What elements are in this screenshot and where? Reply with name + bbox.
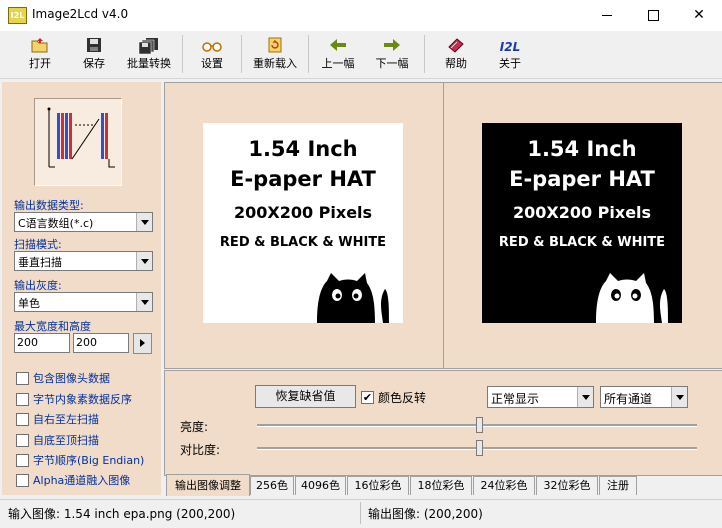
tab-register[interactable]: 注册 bbox=[599, 476, 637, 495]
brightness-label: 亮度: bbox=[180, 420, 209, 434]
minimize-button[interactable] bbox=[584, 0, 630, 31]
floppy-disk-icon bbox=[76, 37, 112, 57]
output-image-preview: 1.54 Inch E-paper HAT 200X200 Pixels RED… bbox=[443, 82, 722, 369]
tab-16bit-color[interactable]: 16位彩色 bbox=[347, 476, 409, 495]
tab-32bit-color[interactable]: 32位彩色 bbox=[536, 476, 598, 495]
tab-4096-color[interactable]: 4096色 bbox=[295, 476, 346, 495]
status-divider bbox=[360, 502, 361, 524]
tab-bar: 输出图像调整 256色 4096色 16位彩色 18位彩色 24位彩色 32位彩… bbox=[164, 474, 721, 496]
vertical-scan-diagram-icon bbox=[47, 107, 115, 168]
chevron-down-icon[interactable] bbox=[136, 293, 152, 311]
image-adjust-panel: 恢复缺省值 ✔ 颜色反转 正常显示 所有通道 亮度: 对比度: bbox=[164, 370, 722, 476]
brightness-slider[interactable] bbox=[257, 417, 697, 433]
big-endian-checkbox[interactable] bbox=[16, 454, 29, 467]
tab-output-adjust[interactable]: 输出图像调整 bbox=[166, 474, 250, 496]
toolbar-separator bbox=[182, 35, 183, 73]
contrast-slider-thumb[interactable] bbox=[476, 440, 483, 456]
max-height-input[interactable]: 200 bbox=[73, 333, 129, 353]
include-header-checkbox[interactable] bbox=[16, 372, 29, 385]
right-to-left-label: 自右至左扫描 bbox=[33, 413, 99, 426]
max-size-label: 最大宽度和高度 bbox=[14, 320, 91, 333]
reload-button[interactable]: 重新载入 bbox=[250, 33, 300, 75]
tab-18bit-color[interactable]: 18位彩色 bbox=[410, 476, 472, 495]
right-to-left-checkbox[interactable] bbox=[16, 413, 29, 426]
maximize-button[interactable] bbox=[630, 0, 676, 31]
check-icon: ✔ bbox=[362, 391, 373, 404]
title-bar: I2L Image2Lcd v4.0 ✕ bbox=[0, 0, 722, 31]
gray-level-label: 输出灰度: bbox=[14, 279, 62, 292]
i2l-logo-icon: I2L bbox=[499, 40, 521, 54]
batch-disks-icon bbox=[122, 37, 176, 57]
bottom-to-top-label: 自底至顶扫描 bbox=[33, 434, 99, 447]
settings-button[interactable]: 设置 bbox=[194, 33, 230, 75]
tab-24bit-color[interactable]: 24位彩色 bbox=[473, 476, 535, 495]
apply-size-button[interactable] bbox=[133, 333, 152, 354]
close-icon: ✕ bbox=[693, 7, 705, 23]
input-image-preview: 1.54 Inch E-paper HAT 200X200 Pixels RED… bbox=[164, 82, 444, 369]
scan-mode-label: 扫描模式: bbox=[14, 238, 62, 251]
chevron-down-icon[interactable] bbox=[136, 213, 152, 231]
max-width-input[interactable]: 200 bbox=[14, 333, 70, 353]
toolbar-separator bbox=[308, 35, 309, 73]
alpha-channel-checkbox[interactable] bbox=[16, 474, 29, 487]
tab-256-color[interactable]: 256色 bbox=[250, 476, 294, 495]
contrast-slider[interactable] bbox=[257, 440, 697, 456]
include-header-label: 包含图像头数据 bbox=[33, 372, 110, 385]
reverse-pixel-order-label: 字节内象素数据反序 bbox=[33, 393, 132, 406]
arrow-right-icon bbox=[372, 37, 412, 57]
help-book-icon bbox=[438, 37, 474, 57]
alpha-channel-label: Alpha通道融入图像 bbox=[33, 474, 131, 487]
save-button[interactable]: 保存 bbox=[76, 33, 112, 75]
channel-select[interactable]: 所有通道 bbox=[600, 386, 688, 408]
chevron-down-icon[interactable] bbox=[577, 387, 593, 407]
brightness-slider-thumb[interactable] bbox=[476, 417, 483, 433]
open-button[interactable]: 打开 bbox=[22, 33, 58, 75]
output-image-status: 输出图像: (200,200) bbox=[368, 507, 483, 521]
contrast-label: 对比度: bbox=[180, 443, 221, 457]
invert-color-label: 颜色反转 bbox=[378, 391, 427, 405]
minimize-icon bbox=[602, 14, 612, 16]
bottom-to-top-checkbox[interactable] bbox=[16, 434, 29, 447]
toolbar-separator bbox=[241, 35, 242, 73]
input-image-status: 输入图像: 1.54 inch epa.png (200,200) bbox=[8, 507, 236, 521]
window-title: Image2Lcd v4.0 bbox=[32, 7, 129, 21]
invert-color-checkbox[interactable]: ✔ bbox=[361, 391, 374, 404]
scan-mode-select[interactable]: 垂直扫描 bbox=[14, 251, 153, 271]
close-button[interactable]: ✕ bbox=[676, 0, 722, 31]
chevron-down-icon[interactable] bbox=[671, 387, 687, 407]
app-icon: I2L bbox=[8, 7, 27, 24]
gray-level-select[interactable]: 单色 bbox=[14, 292, 153, 312]
reverse-pixel-order-checkbox[interactable] bbox=[16, 393, 29, 406]
toolbar-separator bbox=[424, 35, 425, 73]
cat-illustration-icon bbox=[596, 273, 668, 323]
output-type-select[interactable]: C语言数组(*.c) bbox=[14, 212, 153, 232]
about-button[interactable]: I2L 关于 bbox=[492, 33, 528, 75]
arrow-left-icon bbox=[318, 37, 358, 57]
big-endian-label: 字节顺序(Big Endian) bbox=[33, 454, 145, 467]
reload-icon bbox=[250, 37, 300, 57]
input-image: 1.54 Inch E-paper HAT 200X200 Pixels RED… bbox=[203, 123, 403, 323]
settings-panel: 输出数据类型: C语言数组(*.c) 扫描模式: 垂直扫描 输出灰度: 单色 最… bbox=[2, 82, 161, 495]
output-type-label: 输出数据类型: bbox=[14, 199, 84, 212]
toolbar: 打开 保存 批量转换 设置 重新载入 上一幅 下一幅 帮助 I2L 关于 bbox=[0, 31, 722, 79]
help-button[interactable]: 帮助 bbox=[438, 33, 474, 75]
open-folder-icon bbox=[22, 37, 58, 57]
chevron-down-icon[interactable] bbox=[136, 252, 152, 270]
scan-mode-preview bbox=[34, 98, 122, 186]
batch-convert-button[interactable]: 批量转换 bbox=[122, 33, 176, 75]
status-bar: 输入图像: 1.54 inch epa.png (200,200) 输出图像: … bbox=[0, 499, 722, 528]
output-image: 1.54 Inch E-paper HAT 200X200 Pixels RED… bbox=[482, 123, 682, 323]
display-mode-select[interactable]: 正常显示 bbox=[487, 386, 594, 408]
next-image-button[interactable]: 下一幅 bbox=[372, 33, 412, 75]
maximize-icon bbox=[647, 9, 659, 21]
restore-defaults-button[interactable]: 恢复缺省值 bbox=[255, 385, 356, 408]
glasses-icon bbox=[194, 37, 230, 57]
cat-illustration-icon bbox=[317, 273, 389, 323]
previous-image-button[interactable]: 上一幅 bbox=[318, 33, 358, 75]
